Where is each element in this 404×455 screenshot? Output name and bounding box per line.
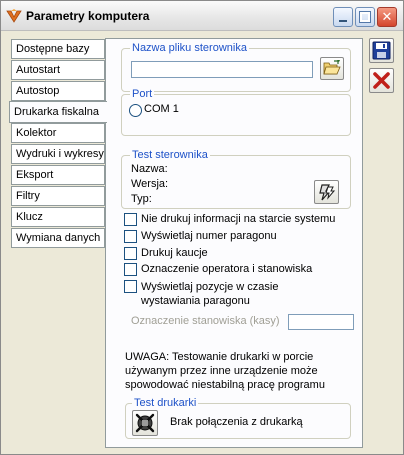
- tab-label: Kolektor: [16, 127, 57, 139]
- folder-open-icon: [323, 60, 341, 75]
- driver-version-label: Wersja:: [131, 178, 169, 190]
- minimize-button[interactable]: [333, 7, 353, 27]
- station-mark-input[interactable]: [288, 314, 354, 330]
- browse-folder-button[interactable]: [320, 57, 344, 80]
- warning-line-1: UWAGA: Testowanie drukarki w porcie: [125, 351, 314, 363]
- printer-test-legend: Test drukarki: [132, 397, 199, 409]
- tab-label: Drukarka fiskalna: [14, 106, 99, 118]
- tab-dostepne-bazy[interactable]: Dostępne bazy: [11, 39, 105, 59]
- app-logo-icon: [6, 9, 22, 23]
- tab-autostart[interactable]: Autostart: [11, 60, 105, 80]
- save-button[interactable]: [369, 38, 394, 63]
- option-print-deposits-label: Drukuj kaucje: [141, 247, 208, 259]
- warning-line-2: używanym przez inne urządzenie może: [125, 365, 318, 377]
- port-group: Port: [121, 88, 351, 136]
- option-print-deposits-checkbox[interactable]: [124, 247, 137, 260]
- window-title: Parametry komputera: [26, 9, 150, 23]
- tab-label: Wymiana danych: [16, 232, 101, 244]
- option-operator-station-checkbox[interactable]: [124, 263, 137, 276]
- option-show-receipt-number-checkbox[interactable]: [124, 230, 137, 243]
- dialog-window: Parametry komputera ✕ Dostępne bazy Auto…: [0, 0, 404, 455]
- option-show-items-label-1: Wyświetlaj pozycje w czasie: [141, 281, 279, 293]
- option-no-start-info-label: Nie drukuj informacji na starcie systemu: [141, 213, 336, 225]
- option-show-items-label-2: wystawiania paragonu: [141, 295, 250, 307]
- disconnected-icon: [135, 413, 155, 433]
- tab-eksport[interactable]: Eksport: [11, 165, 105, 185]
- tab-klucz[interactable]: Klucz: [11, 207, 105, 227]
- tab-label: Autostop: [16, 85, 60, 97]
- tab-label: Dostępne bazy: [16, 43, 90, 55]
- tab-kolektor[interactable]: Kolektor: [11, 123, 105, 143]
- red-x-icon: [373, 72, 390, 89]
- com1-label: COM 1: [144, 103, 179, 115]
- minimize-icon: [339, 20, 347, 22]
- warning-line-3: spowodować niestabilną pracę programu: [125, 379, 325, 391]
- driver-type-label: Typ:: [131, 193, 152, 205]
- close-button[interactable]: ✕: [377, 7, 397, 27]
- option-operator-station-label: Oznaczenie operatora i stanowiska: [141, 263, 313, 275]
- driver-name-label: Nazwa:: [131, 163, 168, 175]
- station-mark-label: Oznaczenie stanowiska (kasy): [131, 315, 280, 327]
- com1-radio[interactable]: [129, 104, 142, 117]
- cancel-button[interactable]: [369, 68, 394, 93]
- lightning-icon: [319, 184, 336, 201]
- tab-filtry[interactable]: Filtry: [11, 186, 105, 206]
- printer-status: Brak połączenia z drukarką: [170, 416, 303, 428]
- port-legend: Port: [130, 88, 155, 100]
- close-icon: ✕: [381, 9, 393, 24]
- tab-label: Filtry: [16, 190, 40, 202]
- driver-test-legend: Test sterownika: [130, 149, 210, 161]
- floppy-disk-icon: [372, 41, 391, 60]
- option-no-start-info-checkbox[interactable]: [124, 213, 137, 226]
- title-bar[interactable]: Parametry komputera ✕: [1, 1, 403, 31]
- tab-label: Eksport: [16, 169, 54, 181]
- tab-wymiana-danych[interactable]: Wymiana danych: [11, 228, 105, 248]
- test-driver-button[interactable]: [314, 180, 339, 204]
- tab-wydruki-i-wykresy[interactable]: Wydruki i wykresy: [11, 144, 105, 164]
- driver-file-legend: Nazwa pliku sterownika: [130, 42, 249, 54]
- option-show-receipt-number-label: Wyświetlaj numer paragonu: [141, 230, 277, 242]
- tab-drukarka-fiskalna[interactable]: Drukarka fiskalna: [9, 101, 107, 123]
- test-printer-button[interactable]: [132, 410, 158, 436]
- tab-content-panel: Nazwa pliku sterownika Port COM 1 Test s…: [105, 38, 363, 448]
- option-show-items-checkbox[interactable]: [124, 280, 137, 293]
- tab-label: Wydruki i wykresy: [16, 148, 104, 160]
- maximize-icon: [359, 11, 371, 23]
- driver-file-input[interactable]: [131, 61, 313, 78]
- tab-label: Klucz: [16, 211, 43, 223]
- tab-autostop[interactable]: Autostop: [11, 81, 105, 101]
- maximize-button[interactable]: [355, 7, 375, 27]
- tab-label: Autostart: [16, 64, 61, 76]
